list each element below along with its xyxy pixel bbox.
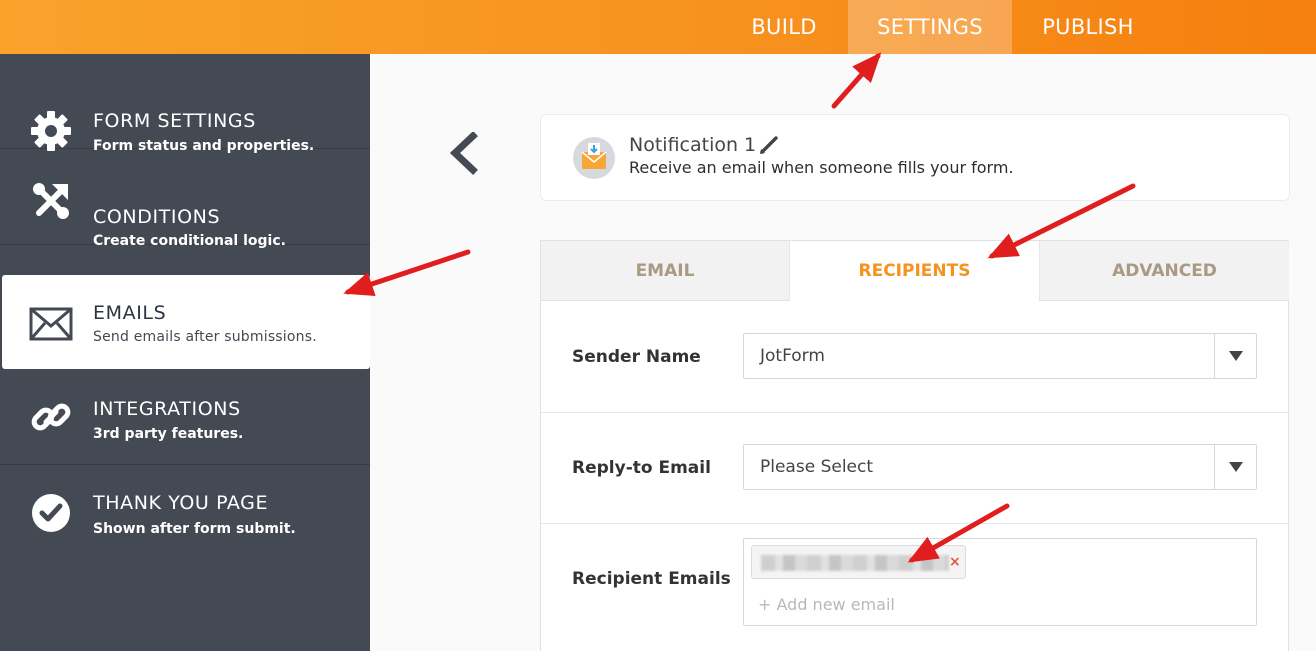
tab-publish[interactable]: PUBLISH <box>1030 0 1146 54</box>
sidebar-item-title: THANK YOU PAGE <box>93 492 269 514</box>
reply-to-row: Reply-to Email Please Select <box>541 413 1288 524</box>
tab-recipients[interactable]: RECIPIENTS <box>790 241 1039 301</box>
link-icon <box>28 394 74 440</box>
remove-email-icon[interactable]: × <box>949 554 961 570</box>
sidebar-item-emails[interactable]: EMAILS Send emails after submissions. <box>2 275 370 369</box>
tab-build[interactable]: BUILD <box>736 0 832 54</box>
sidebar-item-title: EMAILS <box>93 302 167 324</box>
reply-to-select[interactable]: Please Select <box>743 444 1257 490</box>
dropdown-arrow-icon[interactable] <box>1214 334 1256 378</box>
sender-name-label: Sender Name <box>572 347 701 367</box>
gear-icon <box>28 108 74 154</box>
notification-header: Notification 1 Receive an email when som… <box>540 114 1290 201</box>
recipient-email-chip: █████████████ × <box>751 545 966 579</box>
sidebar-item-title: CONDITIONS <box>93 206 221 228</box>
envelope-icon <box>28 301 74 347</box>
settings-sidebar: FORM SETTINGS Form status and properties… <box>0 54 370 651</box>
sender-name-select[interactable]: JotForm <box>743 333 1257 379</box>
pencil-icon[interactable] <box>759 135 779 155</box>
tab-email[interactable]: EMAIL <box>541 241 790 301</box>
recipient-emails-row: Recipient Emails █████████████ × + Add n… <box>541 524 1288 651</box>
sidebar-item-thank-you-page[interactable]: THANK YOU PAGE Shown after form submit. <box>0 466 370 561</box>
sidebar-item-form-settings[interactable]: FORM SETTINGS Form status and properties… <box>0 54 370 154</box>
sender-name-value: JotForm <box>760 346 825 366</box>
top-bar: BUILD SETTINGS PUBLISH <box>0 0 1316 54</box>
recipient-email-value: █████████████ <box>761 555 949 571</box>
arrow-to-settings <box>831 52 882 109</box>
sidebar-item-title: INTEGRATIONS <box>93 398 241 420</box>
reply-to-label: Reply-to Email <box>572 458 711 478</box>
check-circle-icon <box>28 490 74 536</box>
back-chevron-icon[interactable] <box>447 131 483 176</box>
sidebar-item-conditions[interactable]: CONDITIONS Create conditional logic. <box>0 149 370 249</box>
tab-settings[interactable]: SETTINGS <box>848 0 1012 54</box>
add-email-input[interactable]: + Add new email <box>758 595 895 614</box>
recipient-emails-field[interactable]: █████████████ × + Add new email <box>743 538 1257 626</box>
notification-title: Notification 1 <box>629 134 757 156</box>
sidebar-item-subtitle: Create conditional logic. <box>93 233 286 249</box>
sidebar-item-subtitle: 3rd party features. <box>93 426 244 442</box>
recipient-emails-label: Recipient Emails <box>572 569 731 589</box>
sidebar-item-title: FORM SETTINGS <box>93 110 256 132</box>
conditions-icon <box>28 178 74 224</box>
sidebar-item-integrations[interactable]: INTEGRATIONS 3rd party features. <box>0 370 370 465</box>
reply-to-value: Please Select <box>760 457 874 477</box>
dropdown-arrow-icon[interactable] <box>1214 445 1256 489</box>
email-settings-panel: EMAIL RECIPIENTS ADVANCED Sender Name Jo… <box>540 240 1289 651</box>
sidebar-item-subtitle: Shown after form submit. <box>93 521 296 537</box>
mail-download-icon <box>573 137 615 179</box>
sender-name-row: Sender Name JotForm <box>541 301 1288 413</box>
sidebar-item-subtitle: Send emails after submissions. <box>93 329 317 345</box>
tab-advanced[interactable]: ADVANCED <box>1039 241 1289 301</box>
notification-description: Receive an email when someone fills your… <box>629 158 1014 177</box>
